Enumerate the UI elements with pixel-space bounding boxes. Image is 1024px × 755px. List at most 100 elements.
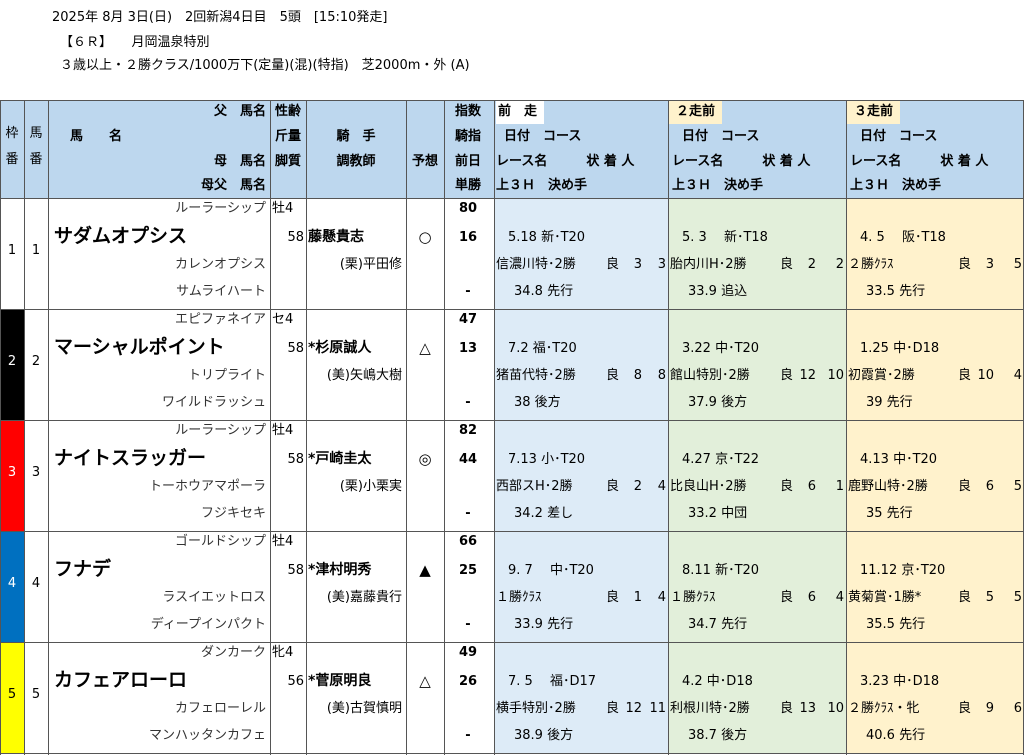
jockey-index: 26 <box>458 674 478 689</box>
popularity: 4 <box>657 590 666 605</box>
last-3f: 34.2 差し <box>514 506 574 521</box>
win-odds: - <box>465 506 471 521</box>
win-odds: - <box>465 728 471 743</box>
col-trainer: 調教師 <box>336 154 376 169</box>
trainer-name: (美)古賀慎明 <box>326 701 402 716</box>
col-prev3: ３走前 <box>854 104 894 119</box>
popularity: 1 <box>835 479 844 494</box>
horse-name[interactable]: カフェアローロ <box>54 668 187 692</box>
jockey-name[interactable]: 藤懸貴志 <box>308 228 364 246</box>
weight: 58 <box>287 341 304 356</box>
race-name: 横手特別･2勝 <box>496 701 576 716</box>
win-odds: - <box>465 617 471 632</box>
motherfather-name: ワイルドラッシュ <box>161 395 266 410</box>
weight: 56 <box>287 674 304 689</box>
last-3f: 38.9 後方 <box>514 728 574 743</box>
race-name: ２勝ｸﾗｽ <box>848 257 894 272</box>
race-date-course: 11.12 京･T20 <box>860 563 946 578</box>
table-row[interactable]: 1 1 ルーラーシップ サダムオプシス カレンオプシス サムライハート 牡4 58 藤懸貴志 (栗… <box>0 198 1024 309</box>
finish-position: 3 <box>985 257 994 272</box>
jockey-name[interactable]: *菅原明良 <box>308 672 371 690</box>
popularity: 5 <box>1013 479 1022 494</box>
race-date-course: 4.2 中･D18 <box>682 674 753 689</box>
race-name: 信濃川特･2勝 <box>496 257 576 272</box>
table-row[interactable]: 2 2 エピファネイア マーシャルポイント トリプライト ワイルドラッシュ セ4 58 *杉原誠… <box>0 309 1024 420</box>
col-prev1-race: レース名 状 着 人 <box>496 154 635 169</box>
jockey-name[interactable]: *杉原誠人 <box>308 339 371 357</box>
prediction-mark: △ <box>419 339 431 357</box>
popularity: 3 <box>657 257 666 272</box>
popularity: 5 <box>1013 257 1022 272</box>
finish-position: 2 <box>633 479 642 494</box>
race-name-line: 【６Ｒ】 月岡温泉特別 <box>60 35 210 50</box>
last-3f: 33.9 追込 <box>688 284 748 299</box>
horse-name[interactable]: ナイトスラッガー <box>54 446 206 470</box>
jockey-index: 44 <box>458 452 478 467</box>
waku-number: 3 <box>7 465 17 480</box>
race-date-course: 5. 3 新･T18 <box>682 230 768 245</box>
race-name: 黄菊賞･1勝* <box>848 590 922 605</box>
race-date-course: 3.23 中･D18 <box>860 674 940 689</box>
horse-name[interactable]: フナデ <box>54 557 111 581</box>
motherfather-name: ディープインパクト <box>150 617 266 632</box>
umaban-number: 5 <box>31 687 41 702</box>
finish-position: 6 <box>985 479 994 494</box>
col-motherfather: 母父 馬名 <box>200 178 266 193</box>
win-odds: - <box>465 395 471 410</box>
mother-name: カレンオプシス <box>174 257 266 272</box>
last-3f: 38 後方 <box>514 395 561 410</box>
last-3f: 37.9 後方 <box>688 395 748 410</box>
race-name: 利根川特･2勝 <box>670 701 750 716</box>
sex-age: 牡4 <box>272 534 294 549</box>
last-3f: 38.7 後方 <box>688 728 748 743</box>
last-3f: 39 先行 <box>866 395 913 410</box>
race-condition-line: ３歳以上・２勝クラス/1000万下(定量)(混)(特指) 芝2000m・外 (A… <box>60 58 470 73</box>
popularity: 5 <box>1013 590 1022 605</box>
race-name: １勝ｸﾗｽ <box>496 590 542 605</box>
jockey-name[interactable]: *津村明秀 <box>308 561 371 579</box>
father-name: ルーラーシップ <box>175 423 266 438</box>
weight: 58 <box>287 230 304 245</box>
col-prev1-date: 日付 コース <box>504 129 582 144</box>
father-name: ルーラーシップ <box>175 201 266 216</box>
table-row[interactable]: 4 4 ゴールドシップ フナデ ラスイエットロス ディープインパクト 牡4 58 *津村明秀 (美… <box>0 531 1024 642</box>
weight: 58 <box>287 563 304 578</box>
finish-position: 5 <box>985 590 994 605</box>
col-prev2-l3: 上３Ｈ 決め手 <box>672 178 764 193</box>
col-prev3-l3: 上３Ｈ 決め手 <box>850 178 942 193</box>
popularity: 4 <box>835 590 844 605</box>
finish-position: 9 <box>985 701 994 716</box>
sex-age: セ4 <box>272 312 294 327</box>
last-3f: 33.5 先行 <box>866 284 926 299</box>
father-name: ダンカーク <box>200 645 266 660</box>
motherfather-name: マンハッタンカフェ <box>148 728 266 743</box>
race-date-course: 1.25 中･D18 <box>860 341 940 356</box>
col-weight: 斤量 <box>274 129 301 144</box>
motherfather-name: フジキセキ <box>200 506 266 521</box>
horse-name[interactable]: サダムオプシス <box>54 224 187 248</box>
last-3f: 33.9 先行 <box>514 617 574 632</box>
col-waku-top: 枠 <box>5 126 19 141</box>
waku-number: 4 <box>7 576 17 591</box>
race-header: 2025年 8月 3日(日) 2回新潟4日目 5頭 [15:10発走] 【６Ｒ】… <box>0 0 1024 100</box>
last-3f: 40.6 先行 <box>866 728 926 743</box>
last-3f: 34.7 先行 <box>688 617 748 632</box>
race-name: 館山特別･2勝 <box>670 368 750 383</box>
horse-name[interactable]: マーシャルポイント <box>54 335 225 359</box>
table-row[interactable]: 5 5 ダンカーク カフェアローロ カフェローレル マンハッタンカフェ 牝4 56 *菅原明良 (… <box>0 642 1024 753</box>
col-index4: 単勝 <box>454 178 481 193</box>
popularity: 11 <box>649 701 666 716</box>
sex-age: 牡4 <box>272 423 294 438</box>
jockey-name[interactable]: *戸崎圭太 <box>308 450 371 468</box>
race-date-course: 9. 7 中･T20 <box>508 563 594 578</box>
table-row[interactable]: 3 3 ルーラーシップ ナイトスラッガー トーホウアマポーラ フジキセキ 牡4 58 *戸崎圭太… <box>0 420 1024 531</box>
finish-position: 12 <box>625 701 642 716</box>
finish-position: 3 <box>633 257 642 272</box>
popularity: 4 <box>657 479 666 494</box>
popularity: 6 <box>1013 701 1022 716</box>
win-odds: - <box>465 284 471 299</box>
sex-age: 牝4 <box>272 645 294 660</box>
race-name: 比良山H･2勝 <box>670 479 747 494</box>
popularity: 2 <box>835 257 844 272</box>
col-sex: 性齢 <box>274 104 301 119</box>
